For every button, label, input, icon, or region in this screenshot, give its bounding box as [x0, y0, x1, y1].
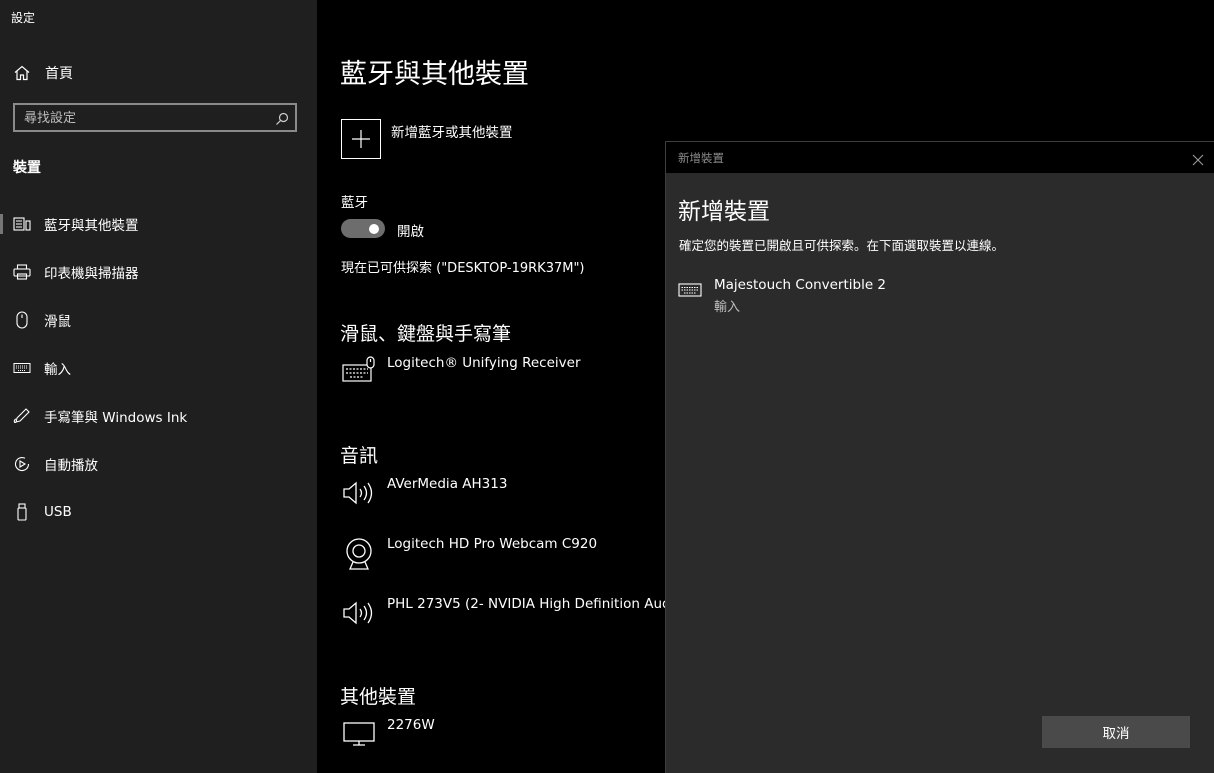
- nav-home-label: 首頁: [45, 66, 73, 82]
- usb-icon: [12, 503, 32, 521]
- add-device-button[interactable]: [341, 119, 381, 159]
- sidebar-item-label: 印表機與掃描器: [44, 266, 139, 282]
- monitor-icon: [341, 717, 377, 757]
- speaker-icon: [341, 476, 377, 516]
- sidebar-item-usb[interactable]: USB: [0, 492, 317, 532]
- device-item[interactable]: AVerMedia AH313: [341, 476, 701, 520]
- mouse-icon: [12, 311, 32, 329]
- device-name: PHL 273V5 (2- NVIDIA High Definition Aud…: [387, 596, 688, 612]
- sidebar-item-pen[interactable]: 手寫筆與 Windows Ink: [0, 396, 317, 436]
- sidebar-item-label: USB: [44, 504, 72, 520]
- section-title-audio: 音訊: [340, 445, 379, 467]
- speaker-icon: [341, 596, 377, 636]
- sidebar-item-bluetooth[interactable]: 藍牙與其他裝置: [0, 204, 317, 244]
- sidebar-item-label: 手寫筆與 Windows Ink: [44, 410, 188, 426]
- bluetooth-toggle-state: 開啟: [397, 224, 424, 240]
- sidebar-item-printers[interactable]: 印表機與掃描器: [0, 252, 317, 292]
- device-name: Logitech HD Pro Webcam C920: [387, 536, 598, 552]
- add-device-label[interactable]: 新增藍牙或其他裝置: [391, 121, 513, 141]
- nav-home[interactable]: 首頁: [13, 62, 73, 84]
- dialog-instruction: 確定您的裝置已開啟且可供探索。在下面選取裝置以連線。: [679, 238, 1005, 253]
- device-name: Logitech® Unifying Receiver: [387, 355, 581, 371]
- dialog-window-title: 新增裝置: [678, 151, 724, 165]
- discoverable-text: 現在已可供探索 ("DESKTOP-19RK37M"): [341, 261, 585, 276]
- device-name: 2276W: [387, 717, 435, 733]
- app-title: 設定: [11, 11, 36, 25]
- close-icon[interactable]: [1192, 151, 1204, 170]
- device-name: AVerMedia AH313: [387, 476, 508, 492]
- sidebar-item-autoplay[interactable]: 自動播放: [0, 444, 317, 484]
- page-title: 藍牙與其他裝置: [340, 59, 529, 90]
- add-device-dialog: 新增裝置 新增裝置 確定您的裝置已開啟且可供探索。在下面選取裝置以連線。 Maj…: [665, 141, 1214, 773]
- cancel-button[interactable]: 取消: [1042, 716, 1190, 748]
- bluetooth-toggle[interactable]: [341, 219, 385, 238]
- home-icon: [13, 64, 33, 82]
- keyboard-icon: [12, 362, 32, 374]
- sidebar-item-label: 自動播放: [44, 458, 98, 474]
- keyboard-mouse-icon: [341, 355, 377, 395]
- sidebar-item-label: 藍牙與其他裝置: [44, 218, 139, 234]
- found-device-item[interactable]: Majestouch Convertible 2 輸入: [666, 274, 1214, 316]
- search-icon[interactable]: [275, 111, 289, 130]
- search-input[interactable]: [24, 109, 274, 127]
- autoplay-icon: [12, 455, 32, 473]
- keyboard-icon: [678, 282, 702, 302]
- sidebar: 設定 首頁 裝置 藍牙與其他裝置 印表機與掃描: [0, 0, 317, 773]
- dialog-heading: 新增裝置: [678, 199, 770, 225]
- found-device-name: Majestouch Convertible 2: [714, 277, 887, 293]
- section-title-input: 滑鼠、鍵盤與手寫筆: [340, 323, 512, 345]
- sidebar-item-mouse[interactable]: 滑鼠: [0, 300, 317, 340]
- bluetooth-label: 藍牙: [341, 195, 368, 211]
- printer-icon: [12, 264, 32, 280]
- dialog-titlebar: 新增裝置: [666, 142, 1214, 173]
- webcam-icon: [341, 536, 377, 576]
- plus-icon: [352, 130, 370, 148]
- device-item[interactable]: PHL 273V5 (2- NVIDIA High Definition Aud…: [341, 596, 701, 640]
- device-item[interactable]: Logitech HD Pro Webcam C920: [341, 536, 701, 580]
- section-title-other: 其他裝置: [340, 686, 417, 708]
- sidebar-section-title: 裝置: [13, 160, 41, 176]
- device-item[interactable]: 2276W: [341, 717, 701, 761]
- sidebar-item-label: 滑鼠: [44, 314, 71, 330]
- device-item[interactable]: Logitech® Unifying Receiver: [341, 355, 701, 399]
- search-box[interactable]: [13, 103, 297, 132]
- bluetooth-devices-icon: [12, 216, 32, 232]
- found-device-type: 輸入: [714, 300, 741, 315]
- sidebar-item-label: 輸入: [44, 362, 71, 378]
- pen-icon: [12, 407, 32, 425]
- sidebar-item-typing[interactable]: 輸入: [0, 348, 317, 388]
